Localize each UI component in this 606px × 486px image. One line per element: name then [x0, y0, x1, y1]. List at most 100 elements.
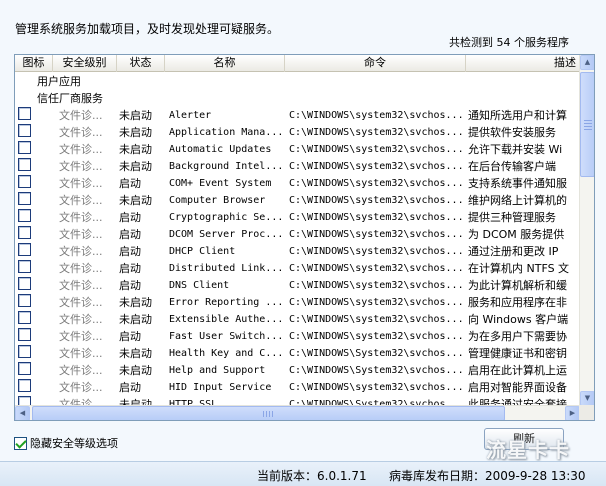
service-name-cell: Automatic Updates — [169, 144, 272, 155]
description-cell: 提供三种管理服务 — [468, 211, 556, 224]
security-level-cell: 文件诊... — [59, 194, 103, 207]
status-cell: 未启动 — [119, 296, 152, 309]
service-row[interactable]: 文件诊... 未启动 Alerter C:\WINDOWS\system32\svch… — [15, 107, 580, 124]
service-row[interactable]: 文件诊... 未启动 Help and Support C:\WINDOWS\Syst… — [15, 362, 580, 379]
service-icon — [18, 260, 31, 273]
column-command[interactable]: 命令 — [285, 55, 466, 72]
current-version: 当前版本：6.0.1.71 — [257, 469, 367, 483]
command-cell: C:\WINDOWS\system32\svchos... — [289, 212, 464, 223]
service-name-cell: Alerter — [169, 110, 212, 121]
service-icon — [18, 107, 31, 120]
service-row[interactable]: 文件诊... 未启动 Application Mana... C:\WINDOWS\s… — [15, 124, 580, 141]
scroll-right-button[interactable]: ▶ — [565, 406, 580, 420]
security-level-cell: 文件诊... — [59, 347, 103, 360]
service-icon — [18, 226, 31, 239]
status-cell: 未启动 — [119, 347, 152, 360]
service-row[interactable]: 文件诊... 启动 DHCP Client C:\WINDOWS\system32\s… — [15, 243, 580, 260]
hide-option-label: 隐藏安全等级选项 — [30, 437, 118, 450]
status-cell: 未启动 — [119, 364, 152, 377]
list-body: 用户应用 信任厂商服务 文件诊... 未启动 Alerter C:\WINDOWS\s… — [15, 73, 580, 406]
command-cell: C:\WINDOWS\system32\svchos... — [289, 161, 464, 172]
vertical-scrollbar[interactable]: ▲ ▼ — [579, 55, 594, 406]
scroll-left-button[interactable]: ◀ — [15, 406, 30, 420]
service-row[interactable]: 文件诊... 未启动 Extensible Authe... C:\WINDOWS\s… — [15, 311, 580, 328]
status-cell: 未启动 — [119, 160, 152, 173]
status-cell: 启动 — [119, 381, 141, 394]
service-row[interactable]: 文件诊... 未启动 Background Intel... C:\WINDOWS\s… — [15, 158, 580, 175]
service-icon — [18, 158, 31, 171]
service-icon — [18, 209, 31, 222]
description-cell: 提供软件安装服务 — [468, 126, 556, 139]
service-row[interactable]: 文件诊... 启动 Fast User Switch... C:\WINDOWS\sy… — [15, 328, 580, 345]
command-cell: C:\WINDOWS\system32\svchos... — [289, 144, 464, 155]
column-description[interactable]: 描述 — [466, 55, 580, 72]
description-cell: 为 DCOM 服务提供 — [468, 228, 565, 241]
services-list[interactable]: 图标 安全级别 状态 名称 命令 描述 用户应用 信任厂商服务 文件诊... 未启… — [14, 54, 595, 421]
command-cell: C:\WINDOWS\system32\svchos... — [289, 246, 464, 257]
command-cell: C:\WINDOWS\system32\svchos... — [289, 110, 464, 121]
group-trusted-vendor[interactable]: 信任厂商服务 — [15, 90, 580, 107]
security-level-cell: 文件诊... — [59, 245, 103, 258]
column-status[interactable]: 状态 — [117, 55, 165, 72]
command-cell: C:\WINDOWS\system32\svchos... — [289, 314, 464, 325]
description-cell: 在后台传输客户端 — [468, 160, 556, 173]
service-name-cell: Error Reporting ... — [169, 297, 283, 308]
status-cell: 启动 — [119, 177, 141, 190]
service-icon — [18, 311, 31, 324]
status-cell: 未启动 — [119, 143, 152, 156]
service-row[interactable]: 文件诊... 启动 HID Input Service C:\WINDOWS\syst… — [15, 379, 580, 396]
service-name-cell: Fast User Switch... — [169, 331, 283, 342]
service-row[interactable]: 文件诊... 启动 DCOM Server Proc... C:\WINDOWS\sy… — [15, 226, 580, 243]
service-row[interactable]: 文件诊... 未启动 Computer Browser C:\WINDOWS\syst… — [15, 192, 580, 209]
service-name-cell: Extensible Authe... — [169, 314, 283, 325]
description-cell: 为此计算机解析和缓 — [468, 279, 567, 292]
description-cell: 支持系统事件通知服 — [468, 177, 567, 190]
list-header: 图标 安全级别 状态 名称 命令 描述 — [15, 55, 580, 72]
description-text: 管理系统服务加载项目，及时发现处理可疑服务。 — [15, 22, 280, 36]
security-level-cell: 文件诊... — [59, 143, 103, 156]
security-level-cell: 文件诊... — [59, 381, 103, 394]
service-name-cell: Distributed Link... — [169, 263, 283, 274]
service-name-cell: Cryptographic Se... — [169, 212, 283, 223]
command-cell: C:\WINDOWS\system32\svchos... — [289, 229, 464, 240]
service-row[interactable]: 文件诊... 未启动 Error Reporting ... C:\WINDOWS\s… — [15, 294, 580, 311]
status-cell: 未启动 — [119, 109, 152, 122]
scroll-corner — [579, 405, 594, 420]
hide-security-level-option[interactable]: 隐藏安全等级选项 — [14, 435, 118, 451]
status-bar: 当前版本：6.0.1.71 病毒库发布日期：2009-9-28 13:30 — [0, 461, 606, 486]
status-cell: 未启动 — [119, 313, 152, 326]
service-name-cell: DCOM Server Proc... — [169, 229, 283, 240]
group-user-apps[interactable]: 用户应用 — [15, 73, 580, 90]
service-row[interactable]: 文件诊... 未启动 Automatic Updates C:\WINDOWS\sys… — [15, 141, 580, 158]
service-icon — [18, 243, 31, 256]
scroll-up-button[interactable]: ▲ — [580, 55, 594, 70]
security-level-cell: 文件诊... — [59, 279, 103, 292]
service-row[interactable]: 文件诊... 启动 DNS Client C:\WINDOWS\system32\sv… — [15, 277, 580, 294]
status-cell: 启动 — [119, 279, 141, 292]
service-row[interactable]: 文件诊... 启动 Cryptographic Se... C:\WINDOWS\sy… — [15, 209, 580, 226]
service-name-cell: DHCP Client — [169, 246, 236, 257]
hide-option-checkbox[interactable] — [14, 436, 27, 450]
security-level-cell: 文件诊... — [59, 126, 103, 139]
column-security-level[interactable]: 安全级别 — [53, 55, 117, 72]
horizontal-scroll-thumb[interactable] — [32, 406, 505, 420]
status-cell: 启动 — [119, 262, 141, 275]
service-row[interactable]: 文件诊... 未启动 Health Key and C... C:\WINDOWS\S… — [15, 345, 580, 362]
status-cell: 启动 — [119, 245, 141, 258]
service-row[interactable]: 文件诊... 启动 Distributed Link... C:\WINDOWS\sy… — [15, 260, 580, 277]
horizontal-scrollbar[interactable]: ◀ ▶ — [15, 405, 580, 420]
service-icon — [18, 124, 31, 137]
status-cell: 启动 — [119, 211, 141, 224]
column-name[interactable]: 名称 — [165, 55, 285, 72]
service-name-cell: COM+ Event System — [169, 178, 272, 189]
service-name-cell: Application Mana... — [169, 127, 283, 138]
description-cell: 服务和应用程序在非 — [468, 296, 567, 309]
column-icon[interactable]: 图标 — [15, 55, 53, 72]
description-cell: 管理健康证书和密钥 — [468, 347, 567, 360]
description-cell: 允许下载并安装 Wi — [468, 143, 563, 156]
service-row[interactable]: 文件诊... 启动 COM+ Event System C:\WINDOWS\syst… — [15, 175, 580, 192]
vertical-scroll-thumb[interactable] — [580, 72, 594, 177]
service-icon — [18, 328, 31, 341]
command-cell: C:\WINDOWS\system32\svchos... — [289, 178, 464, 189]
scroll-down-button[interactable]: ▼ — [580, 391, 594, 406]
